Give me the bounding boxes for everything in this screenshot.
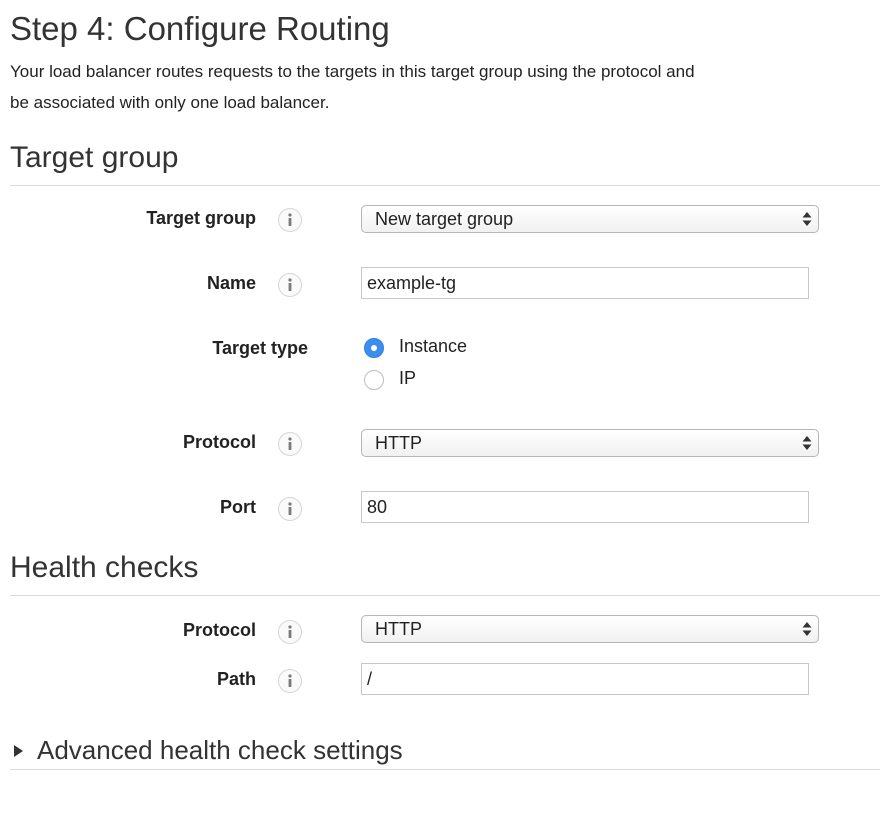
health-check-protocol-select[interactable]: HTTP [361, 615, 819, 643]
health-check-path-label: Path [216, 669, 256, 689]
health-checks-section-title: Health checks [10, 551, 199, 584]
target-group-select-value: New target group [375, 209, 514, 229]
health-check-path-value: / [367, 669, 373, 689]
target-type-instance-radio[interactable] [364, 338, 384, 358]
info-icon[interactable] [278, 620, 302, 644]
intro-line-2: be associated with only one load balance… [10, 93, 330, 112]
name-input[interactable]: example-tg [361, 267, 809, 299]
name-label: Name [206, 273, 256, 293]
target-type-instance-label[interactable]: Instance [399, 336, 467, 357]
target-group-select[interactable]: New target group [361, 205, 819, 233]
page-title: Step 4: Configure Routing [10, 10, 390, 47]
target-group-label: Target group [146, 208, 256, 228]
health-check-protocol-label: Protocol [182, 620, 256, 640]
advanced-health-check-label: Advanced health check settings [37, 735, 403, 765]
target-group-section-title: Target group [10, 141, 179, 174]
intro-line-1: Your load balancer routes requests to th… [10, 62, 695, 81]
configure-routing-page: Step 4: Configure Routing Your load bala… [0, 0, 880, 822]
caret-right-icon [14, 744, 23, 757]
name-input-value: example-tg [367, 273, 457, 293]
advanced-divider [10, 769, 880, 770]
protocol-select-value: HTTP [375, 433, 422, 453]
protocol-label: Protocol [182, 432, 256, 452]
select-arrows-icon [802, 436, 812, 450]
info-icon[interactable] [278, 273, 302, 297]
health-check-path-input[interactable]: / [361, 663, 809, 695]
info-icon[interactable] [278, 208, 302, 232]
protocol-select[interactable]: HTTP [361, 429, 819, 457]
target-group-section-divider [10, 185, 880, 186]
port-label: Port [220, 497, 256, 517]
info-icon[interactable] [278, 497, 302, 521]
port-input-value: 80 [367, 497, 388, 517]
target-type-label: Target type [212, 338, 308, 358]
intro-text: Your load balancer routes requests to th… [10, 56, 880, 118]
health-checks-section-divider [10, 595, 880, 596]
health-check-protocol-value: HTTP [375, 619, 422, 639]
select-arrows-icon [802, 212, 812, 226]
info-icon[interactable] [278, 669, 302, 693]
target-type-ip-label[interactable]: IP [399, 368, 416, 389]
select-arrows-icon [802, 622, 812, 636]
port-input[interactable]: 80 [361, 491, 809, 523]
advanced-health-check-toggle[interactable]: Advanced health check settings [10, 735, 403, 766]
info-icon[interactable] [278, 432, 302, 456]
target-type-ip-radio[interactable] [364, 370, 384, 390]
